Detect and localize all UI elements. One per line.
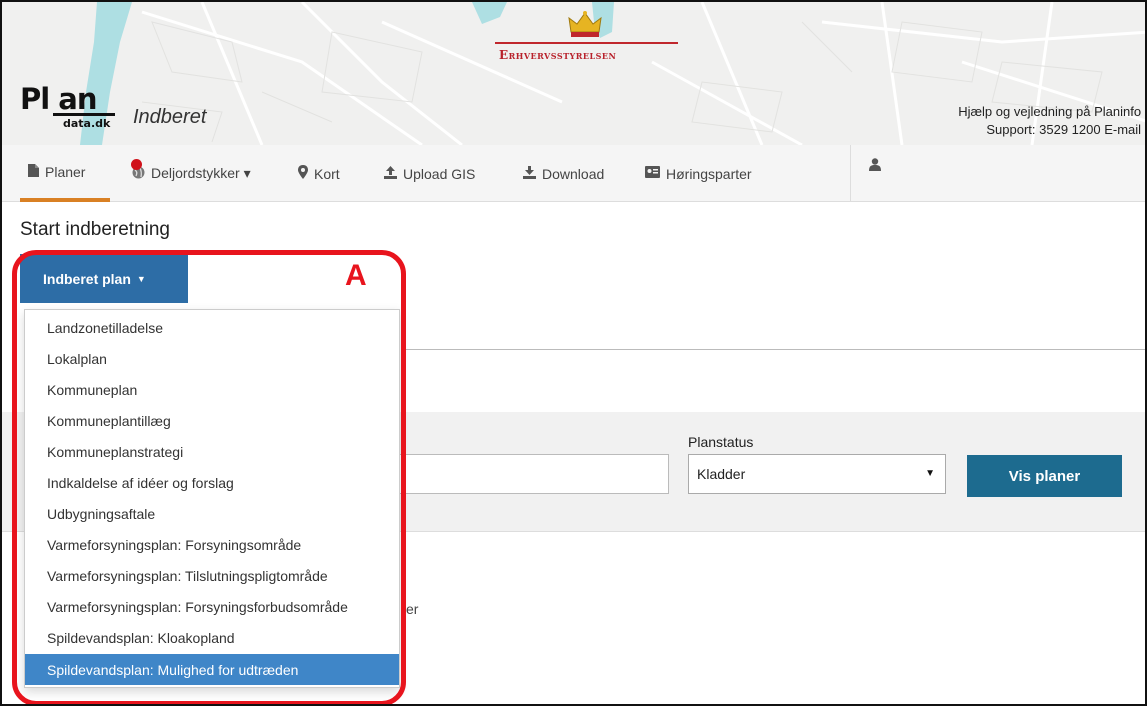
planstatus-label: Planstatus <box>688 434 754 450</box>
nav-label: Download <box>542 165 605 182</box>
nav-user[interactable] <box>869 137 881 194</box>
search-input[interactable] <box>392 454 669 494</box>
map-marker-icon <box>298 165 308 182</box>
nav-label: Upload GIS <box>403 165 476 182</box>
nav-label: Høringsparter <box>666 165 752 182</box>
help-link[interactable]: Hjælp og vejledning på Planinfo › <box>958 103 1145 121</box>
app-window: Erhvervsstyrelsen Pl an data.dk Indberet… <box>0 0 1147 706</box>
nav-upload-gis[interactable]: Upload GIS <box>384 145 475 202</box>
nav-kort[interactable]: Kort <box>298 145 340 202</box>
support-info[interactable]: Support: 3529 1200 E-mail › <box>958 121 1145 139</box>
caret-down-icon: ▼ <box>925 468 935 479</box>
download-icon <box>523 165 536 182</box>
user-icon <box>869 157 881 174</box>
annotation-highlight <box>12 250 406 704</box>
nav-label: Deljordstykker ▾ <box>151 165 251 181</box>
help-links: Hjælp og vejledning på Planinfo › Suppor… <box>958 103 1145 139</box>
nav-download[interactable]: Download <box>523 145 604 202</box>
app-title: Indberet <box>133 106 207 128</box>
planstatus-value: Kladder <box>697 466 746 482</box>
nav-horingsparter[interactable]: Høringsparter <box>645 145 752 202</box>
navbar: Planer Deljordstykker ▾ Kort Upload GIS … <box>2 145 1145 202</box>
agency-name: Erhvervsstyrelsen <box>499 48 617 62</box>
vis-planer-button[interactable]: Vis planer <box>967 455 1122 497</box>
logo-wordmark: Pl an <box>20 82 98 116</box>
document-icon <box>28 163 39 180</box>
upload-icon <box>384 165 397 182</box>
plandata-logo[interactable]: Pl an data.dk <box>20 82 118 134</box>
notification-dot <box>131 159 142 170</box>
partial-text: er <box>406 601 419 617</box>
page-title: Start indberetning <box>20 219 170 240</box>
nav-label: Kort <box>314 165 340 182</box>
logo-underline <box>53 113 115 116</box>
agency-divider <box>495 42 678 44</box>
contact-card-icon <box>645 166 660 181</box>
nav-deljordstykker[interactable]: Deljordstykker ▾ <box>132 145 251 202</box>
crown-icon <box>568 11 602 37</box>
section-divider <box>402 349 1145 350</box>
nav-label: Planer <box>45 163 86 180</box>
logo-domain: data.dk <box>63 117 111 130</box>
nav-planer[interactable]: Planer <box>20 145 110 202</box>
annotation-label: A <box>345 259 367 292</box>
header: Erhvervsstyrelsen Pl an data.dk Indberet… <box>2 2 1145 145</box>
nav-divider <box>850 145 851 202</box>
planstatus-select[interactable]: Kladder ▼ <box>688 454 946 494</box>
